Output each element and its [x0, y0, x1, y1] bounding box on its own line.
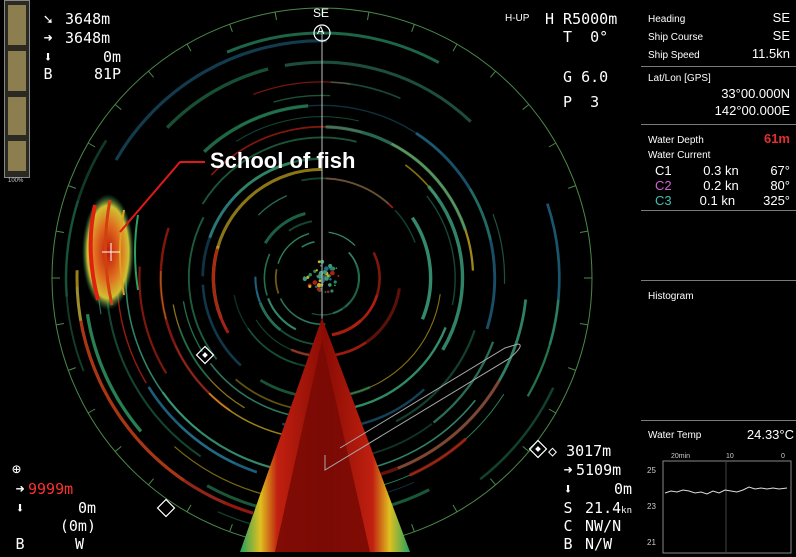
- info-panel: Heading SE Ship Course SE Ship Speed 11.5kn…: [641, 0, 796, 556]
- range-readout-c: ⬇ 0m: [40, 48, 121, 66]
- br-range-c: ⬇ 0m: [560, 480, 632, 498]
- latlon-section: Lat/Lon [GPS] 33°00.000N 142°00.000E: [641, 66, 796, 125]
- event-marker-left[interactable]: [195, 345, 215, 365]
- arrow-right-icon: ➜: [43, 29, 53, 47]
- depth-segment: [8, 97, 26, 135]
- bearing-label: SE: [313, 6, 330, 20]
- mode-label[interactable]: H-UP: [505, 13, 529, 24]
- sonar-screen: A SE 100% ➘ 3648m ➜ 3648m ⬇ 0m B 81P H-U…: [0, 0, 796, 556]
- current-id: C2: [655, 178, 672, 193]
- current-speed: 0.3 kn: [703, 163, 739, 178]
- water-current-row: C2 0.2 kn 80°: [655, 178, 790, 193]
- depth-segment: [8, 5, 26, 45]
- water-temp-chart[interactable]: 20min 10 0 25 23 21: [641, 449, 796, 557]
- depth-scale-bar[interactable]: [4, 0, 30, 178]
- current-speed: 0.1 kn: [699, 193, 736, 208]
- arrow-right-icon: ➜: [563, 461, 573, 479]
- diamond-marker-icon: ◇: [548, 442, 558, 460]
- own-ship-echo: [302, 259, 340, 294]
- arrow-right-icon: ➜: [15, 480, 25, 498]
- current-id: C1: [655, 163, 672, 178]
- br-range-b: ➜ 5109m: [560, 461, 621, 479]
- arrow-down-icon: ⬇: [563, 480, 573, 498]
- current-id: C3: [655, 193, 672, 208]
- water-depth-row: Water Depth 61m: [648, 131, 790, 146]
- range-readout-a: ➘ 3648m: [40, 10, 110, 28]
- range-setting[interactable]: H R5000m: [545, 10, 617, 28]
- bl-range-b: ⬇ 0m: [12, 499, 96, 517]
- current-direction: 67°: [770, 163, 790, 178]
- event-marker-right[interactable]: [528, 439, 548, 459]
- histogram-section[interactable]: Histogram: [641, 280, 796, 421]
- tilt-setting[interactable]: T 0°: [563, 28, 608, 46]
- arrow-down-icon: ⬇: [15, 499, 25, 517]
- sonar-display[interactable]: [0, 0, 641, 556]
- arrow-down-icon: ⬇: [43, 48, 53, 66]
- callout-line: [119, 161, 205, 233]
- depth-segment: [8, 51, 26, 91]
- br-speed: S 21.4kn: [563, 499, 632, 517]
- ship-speed-row: Ship Speed 11.5kn: [648, 46, 790, 61]
- br-range-a: ◇ 3017m: [548, 442, 612, 460]
- current-speed: 0.2 kn: [703, 178, 739, 193]
- temp-y-tick: 25: [647, 466, 656, 475]
- br-b-readout: B N/W: [563, 535, 613, 553]
- depth-scale-label: 100%: [8, 178, 24, 184]
- blank-section: [641, 210, 796, 281]
- p-setting[interactable]: P 3: [563, 93, 599, 111]
- temp-x-tick: 0: [781, 453, 785, 460]
- bl-range-c: (0m): [59, 517, 96, 535]
- range-readout-b: ➜ 3648m: [40, 29, 110, 47]
- br-course: C NW/N: [563, 517, 622, 535]
- water-current-row: C1 0.3 kn 67°: [655, 163, 790, 178]
- bl-b-readout: BW: [15, 535, 84, 553]
- temp-x-tick: 10: [726, 453, 734, 460]
- current-direction: 80°: [770, 178, 790, 193]
- water-temp-section: Water Temp 24.33°C 20min 10 0 25 23 21: [641, 420, 796, 557]
- school-of-fish-annotation: School of fish: [210, 148, 356, 173]
- current-direction: 325°: [763, 193, 790, 208]
- marker-a-label: A: [317, 25, 325, 37]
- water-current-row: C3 0.1 kn 325°: [655, 193, 790, 208]
- heading-row: Heading SE: [648, 10, 790, 25]
- temp-y-tick: 21: [647, 538, 656, 547]
- crosshair-icon[interactable]: ⊕: [12, 460, 21, 478]
- temp-x-tick: 20min: [671, 453, 690, 460]
- depth-segment: [8, 141, 26, 171]
- gain-setting[interactable]: G 6.0: [563, 68, 608, 86]
- bl-range-a: ➜ 9999m: [12, 480, 73, 498]
- arrow-down-right-icon: ➘: [43, 10, 53, 28]
- water-section: Water Depth 61m Water Current C1 0.3 kn 67°…: [641, 124, 796, 211]
- temp-y-tick: 23: [647, 502, 656, 511]
- b-readout: B 81P: [43, 65, 122, 83]
- ship-course-row: Ship Course SE: [648, 28, 790, 43]
